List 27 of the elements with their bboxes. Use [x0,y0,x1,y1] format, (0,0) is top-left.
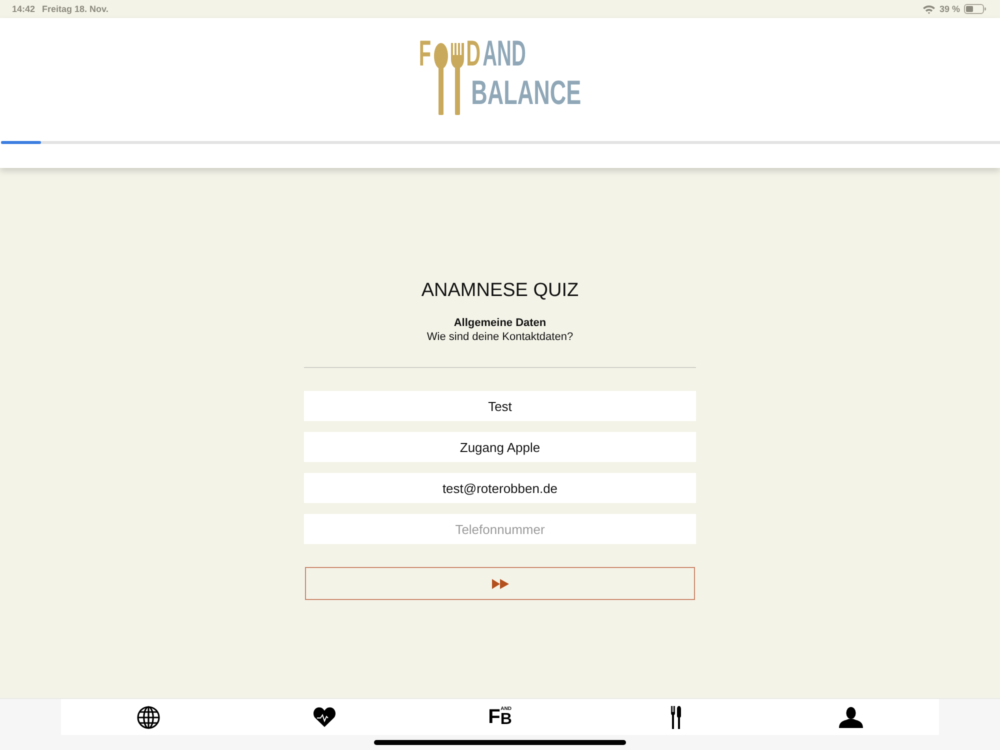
nav-tab[interactable] [312,707,336,727]
battery-percent: 39 % [939,4,960,14]
logo-text: BALANCE [471,74,582,113]
logo-text: AND [482,35,526,76]
status-time: 14:42 [12,4,36,14]
input-field[interactable]: test@roterobben.de [304,473,696,503]
next-button[interactable] [305,567,695,600]
input-field[interactable]: Test [304,391,696,421]
nav-tab[interactable] [137,706,160,728]
logo-text: F [418,35,432,76]
heart-pulse-icon [312,707,336,727]
logo-text: D [466,35,481,76]
battery-icon [964,4,986,14]
input-field[interactable]: Zugang Apple [304,432,696,462]
section-title: Allgemeine Daten [452,316,548,330]
quiz-title: ANAMNESE QUIZ [421,279,579,303]
spoon-fork-icon [434,43,466,115]
fast-forward-icon [492,578,508,588]
person-icon [839,706,864,728]
nav-tab[interactable] [670,706,681,728]
fork-knife-icon [670,706,681,728]
input-field[interactable]: Telefonnummer [304,514,696,544]
status-date: Freitag 18. Nov. [42,4,108,14]
question-text: Wie sind deine Kontaktdaten? [426,330,574,344]
globe-icon [137,706,160,728]
nav-tab[interactable] [839,706,864,728]
wifi-icon [923,4,936,14]
